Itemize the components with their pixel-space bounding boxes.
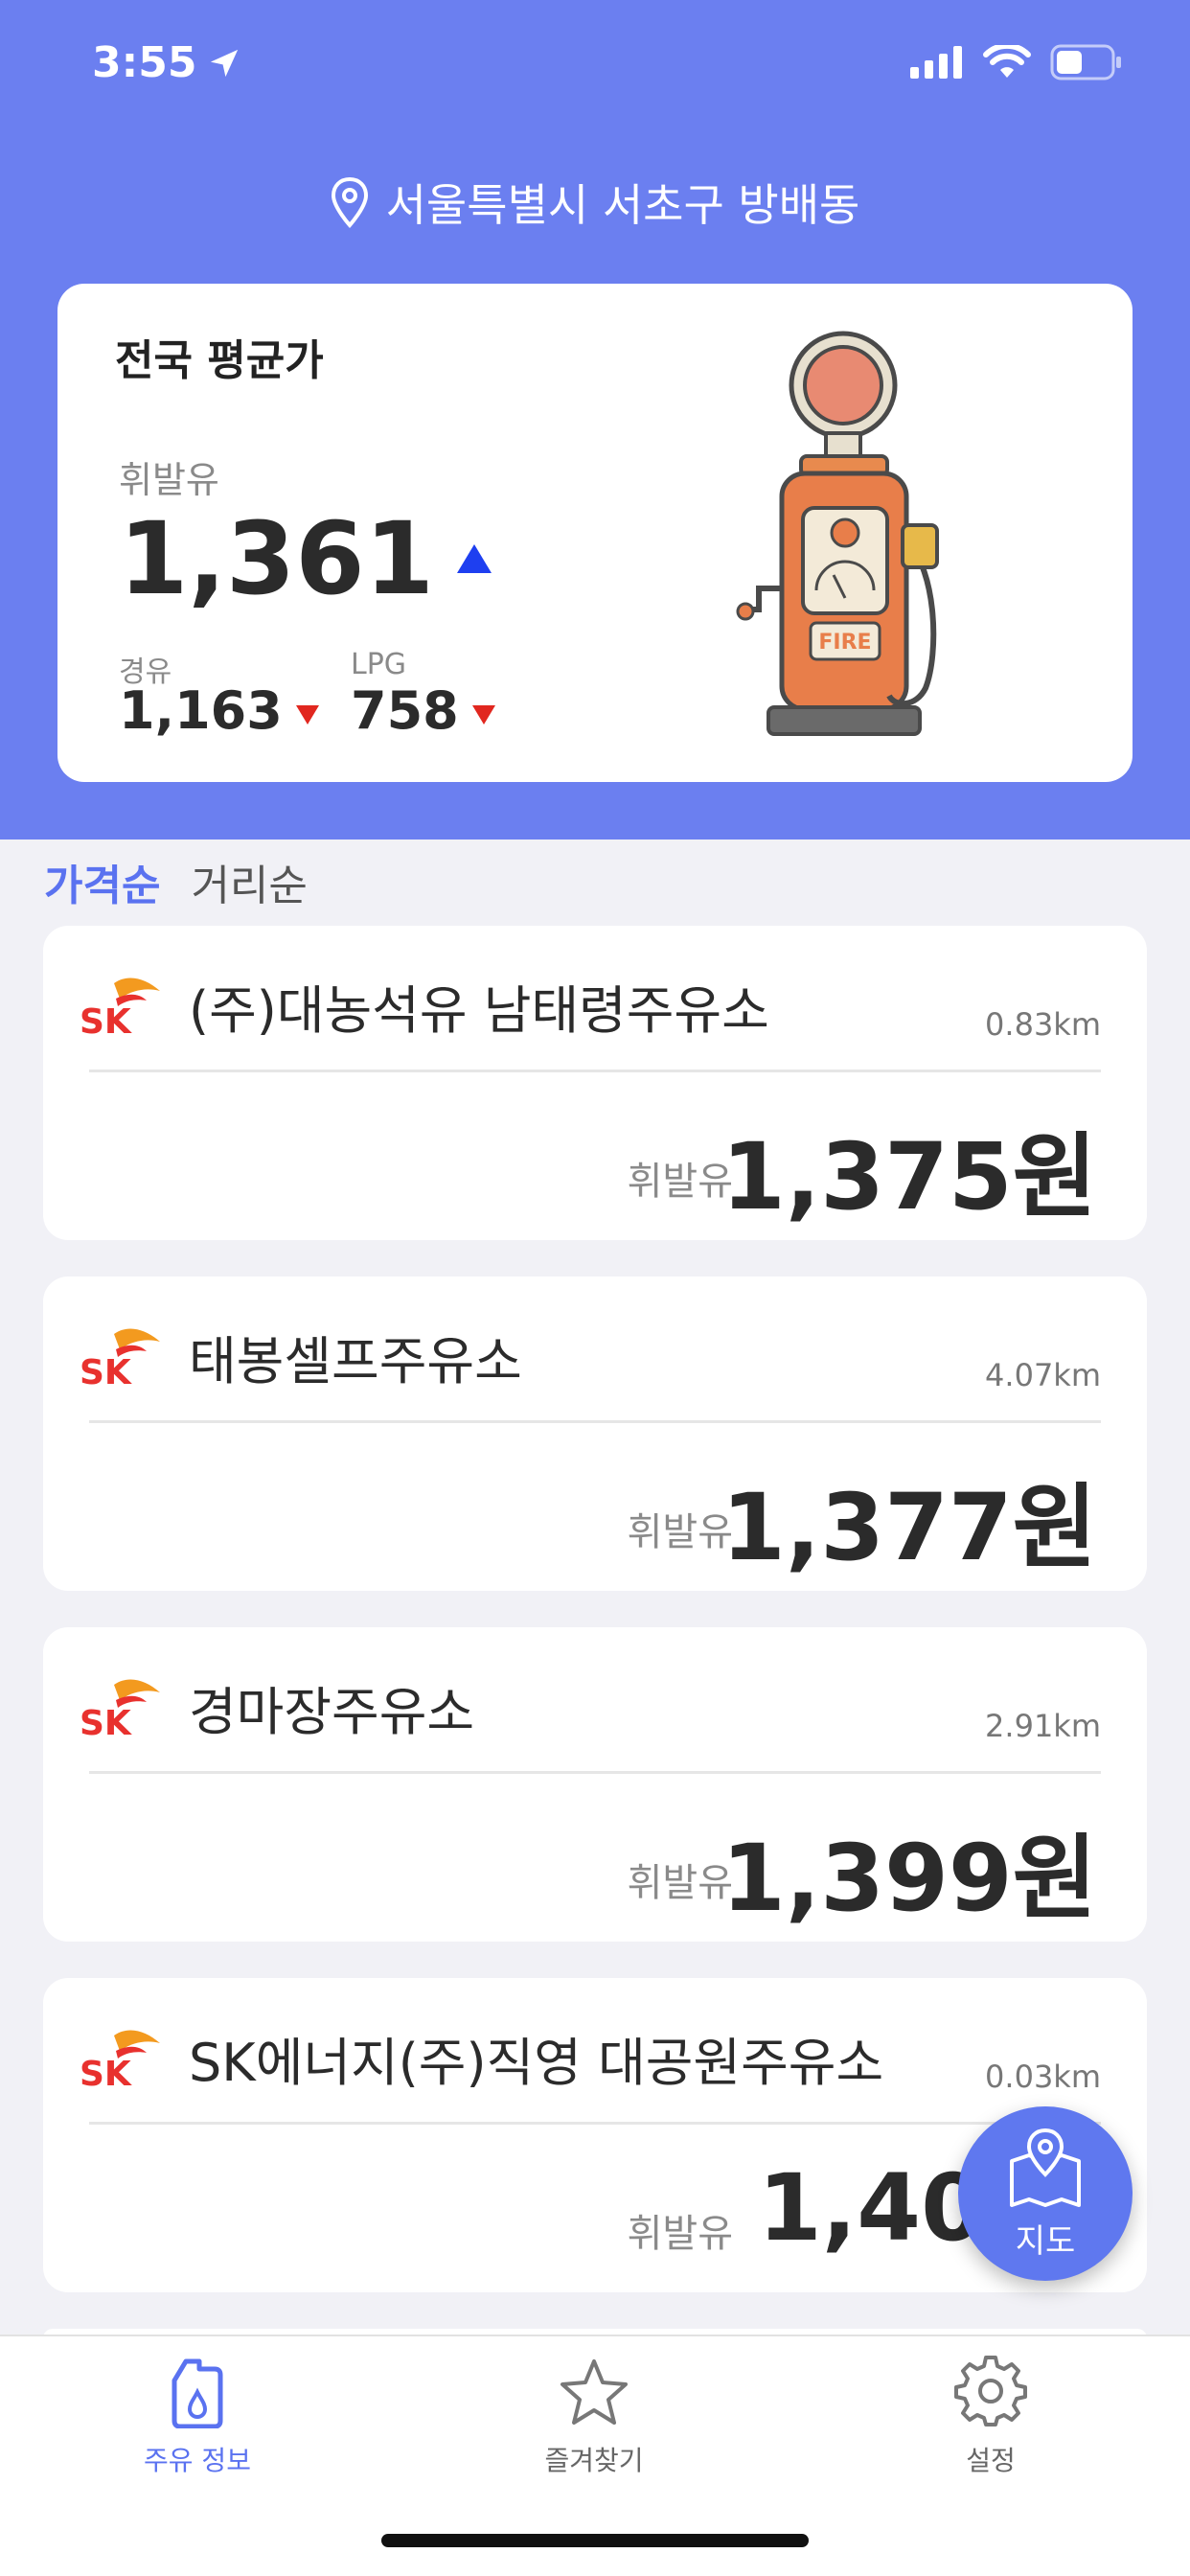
svg-text:SK: SK (80, 1704, 132, 1742)
diesel-average: 1,163 (119, 680, 319, 741)
station-price: 1,40 (758, 2154, 985, 2262)
station-price: 1,377원 (721, 1474, 1097, 1581)
status-time-text: 3:55 (92, 38, 197, 87)
battery-icon (1050, 44, 1121, 80)
gasoline-average: 1,361 (119, 500, 492, 617)
card-divider (89, 1420, 1101, 1423)
sk-logo-icon: SK (80, 1679, 160, 1742)
svg-text:SK: SK (80, 1353, 132, 1392)
map-button-label: 지도 (1015, 2221, 1076, 2261)
average-price-card: 전국 평균가 휘발유 1,361 경유 1,163 LPG 758 FIRE (57, 284, 1133, 782)
pump-label-text: FIRE (818, 631, 871, 655)
location-arrow-icon (211, 49, 239, 77)
station-name: SK에너지(주)직영 대공원주유소 (189, 2033, 884, 2093)
sk-logo-icon: SK (80, 978, 160, 1041)
station-distance: 0.03km (985, 2058, 1101, 2095)
fuel-type: 휘발유 (627, 2212, 733, 2256)
fuel-type: 휘발유 (627, 1510, 733, 1554)
wifi-icon (983, 45, 1031, 78)
sk-logo-icon: SK (80, 2030, 160, 2093)
station-price: 1,399원 (721, 1825, 1097, 1932)
status-bar: 3:55 (0, 0, 1190, 125)
sort-by-distance-tab[interactable]: 거리순 (191, 851, 307, 912)
location-header[interactable]: 서울특별시 서초구 방배동 (0, 171, 1190, 234)
card-divider (89, 2122, 1101, 2125)
price-up-icon (456, 544, 492, 573)
station-distance: 0.83km (985, 1006, 1101, 1043)
station-distance: 2.91km (985, 1708, 1101, 1744)
lpg-average-value: 758 (351, 680, 459, 741)
map-button[interactable]: 지도 (958, 2106, 1133, 2281)
tab-fuel-info-label: 주유 정보 (144, 2445, 251, 2476)
station-distance: 4.07km (985, 1357, 1101, 1393)
sk-logo-icon: SK (80, 1328, 160, 1392)
svg-text:SK: SK (80, 1002, 132, 1041)
card-divider (89, 1070, 1101, 1072)
fuel-can-icon (172, 2358, 223, 2428)
status-time: 3:55 (92, 38, 240, 87)
diesel-average-value: 1,163 (119, 680, 283, 741)
location-text: 서울특별시 서초구 방배동 (385, 179, 860, 231)
fuel-type: 휘발유 (627, 1160, 733, 1204)
station-card[interactable]: SK 경마장주유소 2.91km 휘발유 1,399원 (43, 1627, 1147, 1942)
station-card[interactable]: SK (주)대농석유 남태령주유소 0.83km 휘발유 1,375원 (43, 926, 1147, 1240)
sort-tabs: 가격순 거리순 (44, 851, 308, 912)
tab-favorites[interactable]: 즐겨찾기 (498, 2356, 690, 2478)
price-down-icon (471, 704, 495, 724)
tab-settings-label: 설정 (966, 2445, 1016, 2476)
station-name: 태봉셀프주유소 (189, 1331, 522, 1392)
signal-icon (910, 46, 962, 79)
tab-settings[interactable]: 설정 (895, 2356, 1087, 2478)
gasoline-label: 휘발유 (119, 459, 219, 501)
location-pin-icon (331, 176, 368, 228)
sort-by-price-tab[interactable]: 가격순 (44, 851, 160, 912)
station-name: 경마장주유소 (189, 1682, 475, 1742)
station-card[interactable]: SK 태봉셀프주유소 4.07km 휘발유 1,377원 (43, 1276, 1147, 1591)
star-icon (561, 2359, 628, 2425)
lpg-label: LPG (351, 648, 407, 681)
svg-text:SK: SK (80, 2055, 132, 2093)
card-divider (89, 1771, 1101, 1774)
status-icons (910, 44, 1123, 80)
gasoline-average-value: 1,361 (119, 500, 434, 617)
fuel-type: 휘발유 (627, 1861, 733, 1905)
lpg-average: 758 (351, 680, 495, 741)
tab-fuel-info[interactable]: 주유 정보 (102, 2356, 293, 2478)
price-down-icon (295, 704, 319, 724)
average-title: 전국 평균가 (115, 336, 324, 385)
station-price: 1,375원 (721, 1123, 1097, 1230)
map-icon (1010, 2128, 1081, 2207)
gear-icon (954, 2356, 1027, 2426)
tab-favorites-label: 즐겨찾기 (544, 2445, 644, 2476)
header-background: 3:55 서울특별시 서초구 방배동 전국 평균가 휘발유 1,361 경유 1… (0, 0, 1190, 840)
station-name: (주)대농석유 남태령주유소 (189, 980, 769, 1041)
home-indicator (381, 2534, 809, 2547)
gas-pump-illustration: FIRE (736, 331, 939, 736)
